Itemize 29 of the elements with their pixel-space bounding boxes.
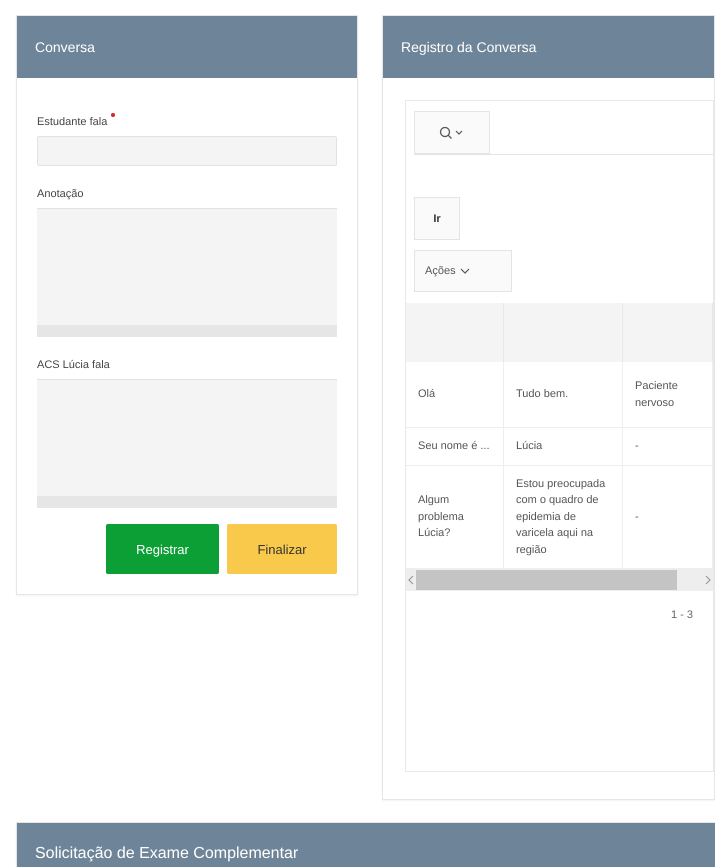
table-cell: - (635, 510, 639, 522)
table-cell: Tudo bem. (516, 388, 568, 400)
table-cell: - (635, 440, 639, 452)
card-title: Solicitação de Exame Complementar (35, 845, 298, 863)
table-cell: Paciente nervoso (635, 380, 678, 408)
caret-icon (460, 267, 470, 275)
actions-menu-button[interactable]: Ações (414, 250, 512, 292)
table-cell: Algum problema Lúcia? (418, 494, 464, 539)
search-menu-button[interactable] (414, 111, 490, 154)
table-cell: Lúcia (516, 440, 542, 452)
card-title: Registro da Conversa (401, 39, 536, 55)
table-cell: Seu nome é ... (418, 440, 490, 452)
input-field[interactable] (37, 136, 337, 166)
text-area[interactable] (37, 379, 337, 508)
text-area[interactable] (37, 208, 337, 337)
card-title: Conversa (35, 39, 95, 55)
scroll-right-icon[interactable] (703, 574, 713, 586)
scroll-left-icon[interactable] (406, 574, 416, 586)
required-marker-icon (111, 113, 116, 117)
finish-button[interactable]: Finalizar (227, 524, 337, 574)
go-button[interactable]: Ir (414, 197, 460, 240)
field-label: Anotação (37, 188, 84, 200)
search-icon (439, 126, 465, 140)
table-cell: Olá (418, 388, 436, 400)
table-cell: Estou preocupada com o quadro de epidemia de varicela aqui na região (516, 478, 606, 556)
field-label: ACS Lúcia fala (37, 359, 110, 371)
horizontal-scrollbar[interactable] (406, 569, 713, 591)
field-label: Estudante fala (37, 116, 108, 128)
pagination-text: 1 - 3 (670, 609, 693, 621)
